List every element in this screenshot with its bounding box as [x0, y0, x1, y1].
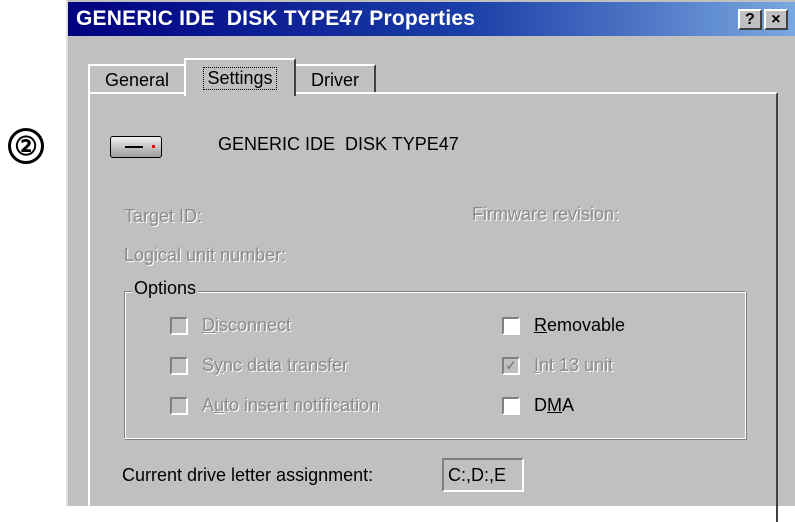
logical-unit-number-label: Logical unit number: [124, 245, 287, 265]
tab-label: Settings [203, 66, 277, 90]
options-group-label: Options [132, 278, 199, 299]
target-id-label: Target ID: [124, 206, 203, 226]
close-button[interactable]: × [764, 9, 788, 30]
int13-unit-checkbox[interactable]: ✓ [502, 357, 520, 375]
help-icon: ? [745, 10, 755, 28]
hard-disk-icon [110, 136, 162, 158]
removable-label: Removable [534, 315, 626, 335]
close-icon: × [771, 10, 781, 28]
tab-settings[interactable]: Settings [184, 58, 296, 96]
tab-label: Driver [311, 69, 359, 90]
properties-dialog: GENERIC IDE DISK TYPE47 Properties ? × G… [66, 0, 795, 522]
checkmark-icon: ✓ [505, 358, 517, 373]
help-button[interactable]: ? [738, 9, 762, 30]
disconnect-label: Disconnect [202, 315, 292, 335]
dma-label: DMA [534, 395, 575, 415]
step-number-marker: ② [8, 128, 44, 164]
tab-label: General [104, 69, 170, 90]
window-title: GENERIC IDE DISK TYPE47 Properties [76, 7, 476, 30]
auto-insert-notification-label: Auto insert notification [202, 395, 380, 415]
drive-letter-label: Current drive letter assignment: [122, 465, 374, 485]
sync-data-transfer-checkbox[interactable] [170, 357, 188, 375]
device-name: GENERIC IDE DISK TYPE47 [218, 134, 459, 154]
disconnect-checkbox[interactable] [170, 317, 188, 335]
removable-checkbox[interactable] [502, 317, 520, 335]
dma-checkbox[interactable] [502, 397, 520, 415]
drive-letter-field[interactable]: C:,D:,E [442, 458, 524, 492]
title-bar[interactable]: GENERIC IDE DISK TYPE47 Properties ? × [68, 2, 795, 36]
int13-unit-label: Int 13 unit [534, 355, 614, 375]
sync-data-transfer-label: Sync data transfer [202, 355, 349, 375]
auto-insert-notification-checkbox[interactable] [170, 397, 188, 415]
firmware-revision-label: Firmware revision: [472, 204, 620, 224]
tab-driver[interactable]: Driver [294, 64, 376, 94]
tab-general[interactable]: General [88, 64, 186, 94]
